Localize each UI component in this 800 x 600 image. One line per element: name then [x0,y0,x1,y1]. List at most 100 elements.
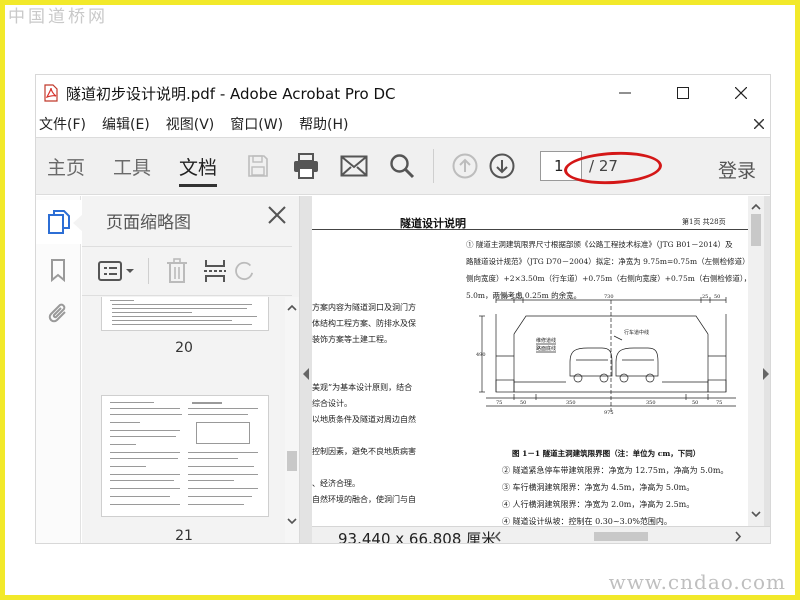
close-icon [754,119,764,129]
minimize-button[interactable] [596,75,654,111]
menu-view[interactable]: 视图(V) [166,114,215,134]
rotate-icon [235,261,254,281]
paperclip-icon [48,303,66,323]
thumbnail-label: 21 [175,528,193,544]
page-thumbnail-21[interactable] [101,395,269,517]
horizontal-scrollbar[interactable] [494,527,764,543]
insert-page-icon [204,260,226,282]
dim-label: 490 [476,352,486,358]
close-panel-button[interactable] [267,205,291,229]
next-page-button[interactable] [485,149,519,183]
bookmarks-button[interactable] [46,258,70,282]
menu-edit[interactable]: 编辑(E) [102,114,150,134]
search-icon [390,154,415,179]
document-view[interactable]: 隧道设计说明 第1页 共28页 方案内容为隧道洞口及洞门方 体结构工程方案、防排… [300,196,770,544]
dim-label: 50 [502,294,508,300]
search-button[interactable] [385,149,419,183]
menu-help[interactable]: 帮助(H) [299,114,348,134]
pages-icon [47,210,70,234]
email-button[interactable] [337,149,371,183]
insert-page-button[interactable] [200,256,230,286]
arrow-down-circle-icon [489,153,515,179]
close-document-button[interactable] [754,111,764,137]
save-button[interactable] [241,149,275,183]
dim-label: 25 [702,294,708,300]
scroll-down-icon[interactable] [286,515,298,527]
left-column-text: 方案内容为隧道洞口及洞门方 体结构工程方案、防排水及保 装饰方案等土建工程。 美… [312,303,416,504]
scroll-down-icon[interactable] [750,508,762,520]
tab-tools[interactable]: 工具 [113,137,151,195]
dim-label: 350 [646,400,656,406]
road-line-label: 路面底线 [536,345,556,352]
options-menu-icon [98,261,134,281]
arrow-up-circle-icon [452,153,478,179]
main-toolbar: 主页 工具 文档 1 / 27 登录 [36,137,770,195]
dim-label: 75 [716,400,722,406]
center-line-label: 行车道中线 [624,329,649,336]
acrobat-pdf-icon [42,84,60,102]
acrobat-window: 隧道初步设计说明.pdf - Adobe Acrobat Pro DC 文件(F… [35,74,771,544]
toolbar-separator [148,258,149,284]
close-icon [268,206,286,224]
horizontal-scroll-track [494,531,742,542]
tab-document[interactable]: 文档 [179,137,218,195]
dim-label: 50 [692,400,698,406]
header-rule [312,229,756,230]
panel-title: 页面缩略图 [106,213,191,233]
minimize-icon [619,92,631,94]
panel-pointer [73,214,83,232]
envelope-icon [340,155,368,177]
dim-label: 730 [604,294,614,300]
figure-caption: 图 1－1 隧道主洞建筑限界图（注：单位为 cm，下同） [512,449,701,458]
trash-icon [167,258,187,283]
scrollbar-thumb[interactable] [287,451,297,471]
dim-label: 25 [516,294,522,300]
navigation-rail [36,196,81,543]
dim-label: 350 [566,400,576,406]
window-title: 隧道初步设计说明.pdf - Adobe Acrobat Pro DC [66,84,396,103]
title-bar: 隧道初步设计说明.pdf - Adobe Acrobat Pro DC [36,75,770,111]
tunnel-clearance-figure: 50 25 730 25 50 490 行车道中线 维修道线 路面底线 75 5… [476,294,736,416]
rotate-page-button[interactable] [234,256,254,286]
watermark-bottom: www.cndao.com [608,570,786,594]
clearance-notes: ② 隧道紧急停车带建筑限界：净宽为 12.75m，净高为 5.0m。 ③ 车行横… [502,466,729,526]
attachments-button[interactable] [46,302,70,326]
menu-window[interactable]: 窗口(W) [230,114,283,134]
page-size-readout: 93.440 x 66.808 厘米 [338,530,497,544]
thumbnail-toolbar [82,246,292,296]
menu-file[interactable]: 文件(F) [39,114,86,134]
thumbnail-scrollbar[interactable] [285,297,299,543]
close-window-button[interactable] [712,75,770,111]
collapse-left-icon[interactable] [302,366,310,385]
menu-bar: 文件(F) 编辑(E) 视图(V) 窗口(W) 帮助(H) [36,111,770,137]
maximize-icon [677,87,689,99]
dim-label: 50 [520,400,526,406]
previous-page-button[interactable] [448,149,482,183]
save-icon [248,155,268,177]
thumbnail-label: 20 [175,340,193,356]
thumbnail-list: 20 21 [82,297,286,544]
bookmark-icon [51,259,65,282]
scrollbar-thumb[interactable] [751,214,761,246]
pdf-page: 隧道设计说明 第1页 共28页 方案内容为隧道洞口及洞门方 体结构工程方案、防排… [312,196,756,526]
page-thumbnail-20[interactable] [101,297,269,331]
print-button[interactable] [289,149,323,183]
document-scrollbar[interactable] [748,196,764,526]
delete-page-button[interactable] [162,256,192,286]
thumbnail-options-button[interactable] [96,256,138,286]
tab-home[interactable]: 主页 [47,137,85,195]
collapse-right-icon[interactable] [762,366,770,385]
close-icon [735,87,747,99]
thumbnail-panel: 页面缩略图 20 21 [73,196,300,544]
dim-label: 50 [714,294,720,300]
login-button[interactable]: 登录 [718,156,756,183]
dim-total-label: 975 [604,410,614,416]
scroll-up-icon[interactable] [750,200,762,212]
page-number-label: 第1页 共28页 [682,218,726,226]
maximize-button[interactable] [654,75,712,111]
toolbar-separator [433,149,435,183]
scroll-up-icon[interactable] [286,301,298,313]
maintenance-line-label: 维修道线 [536,337,556,344]
printer-icon [294,153,319,179]
watermark-top: 中国道桥网 [8,7,108,27]
